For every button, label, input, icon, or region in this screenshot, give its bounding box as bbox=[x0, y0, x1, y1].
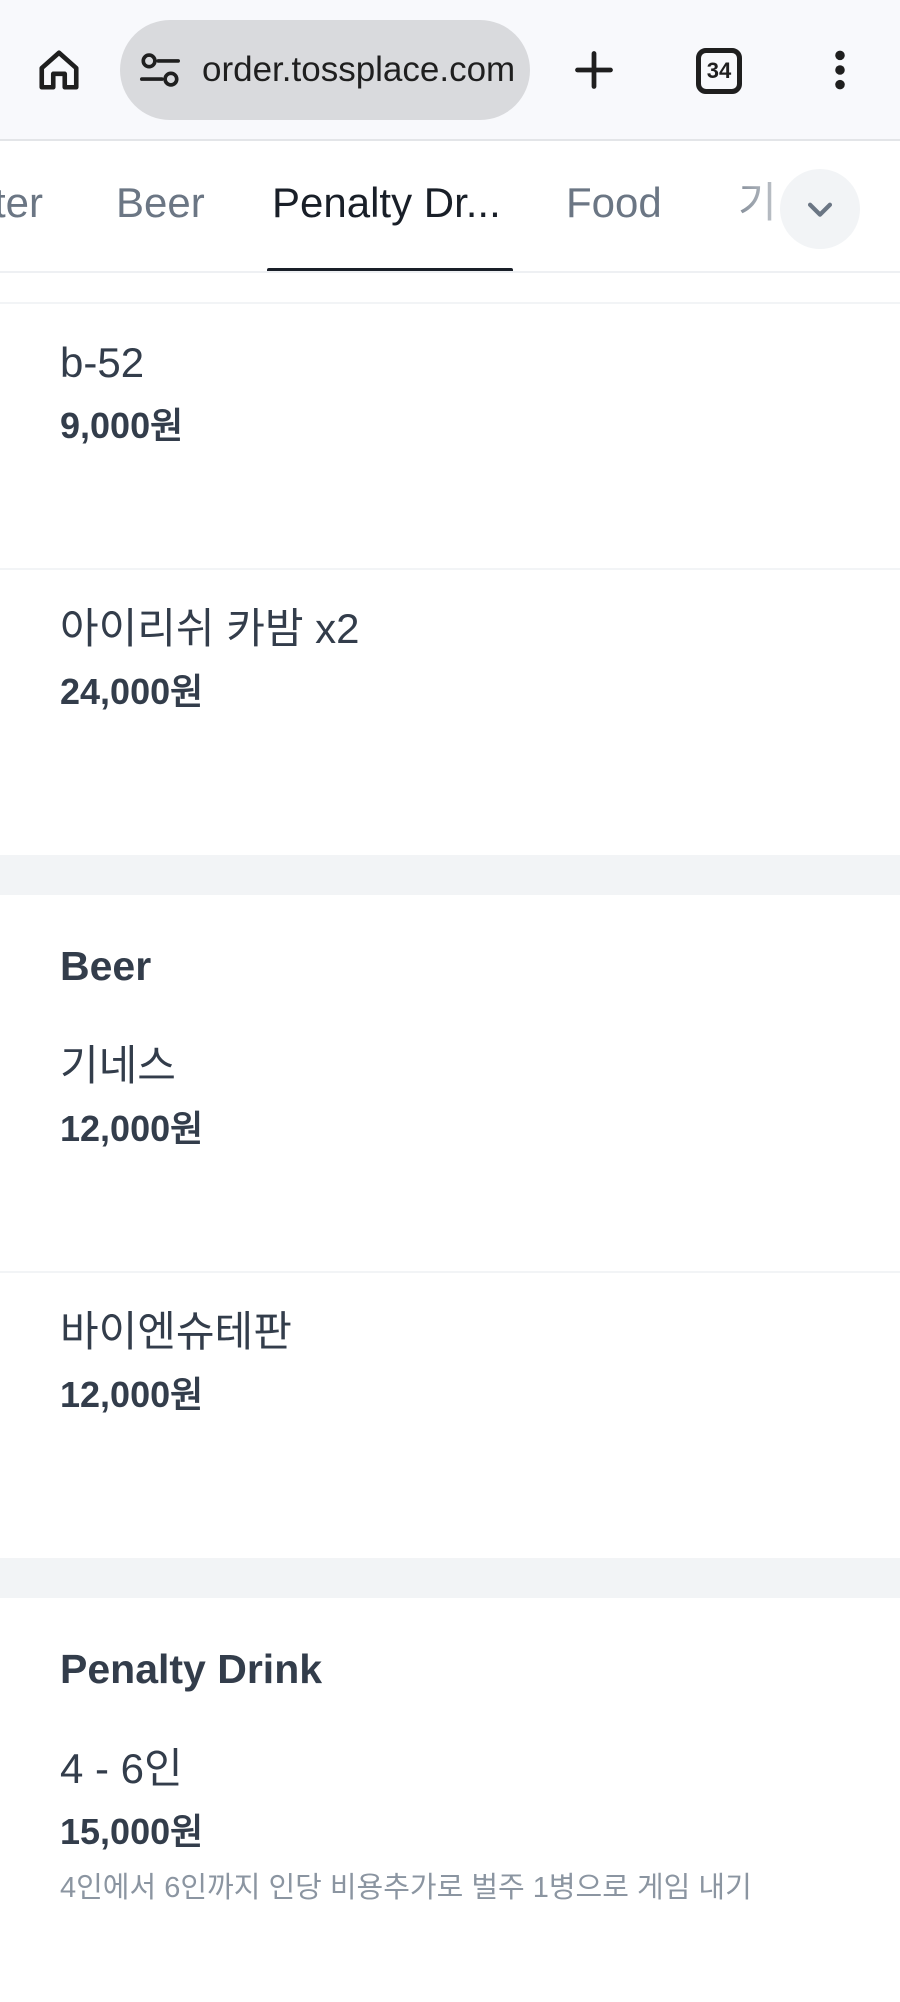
tab-food[interactable]: Food bbox=[566, 143, 662, 271]
menu-item[interactable]: 4 - 6인 15,000원 4인에서 6인까지 인당 비용추가로 벌주 1병으… bbox=[60, 1744, 752, 1908]
menu-item-description: 4인에서 6인까지 인당 비용추가로 벌주 1병으로 게임 내기 bbox=[60, 1872, 752, 1904]
active-tab-indicator bbox=[267, 268, 513, 271]
divider bbox=[0, 1271, 900, 1273]
menu-item[interactable]: b-52 9,000원 bbox=[60, 338, 183, 448]
menu-item[interactable]: 기네스 12,000원 bbox=[60, 1041, 203, 1151]
home-icon bbox=[39, 50, 79, 90]
tab-penalty-drink[interactable]: Penalty Dr... bbox=[272, 143, 501, 271]
home-button[interactable] bbox=[34, 45, 84, 95]
section-separator bbox=[0, 855, 900, 895]
url-text: order.tossplace.com bbox=[202, 50, 516, 89]
category-tab-bar: ter Beer Penalty Dr... Food 기 bbox=[0, 143, 900, 273]
address-bar[interactable]: order.tossplace.com bbox=[120, 20, 530, 120]
divider bbox=[0, 568, 900, 570]
menu-item-name: 바이엔슈테판 bbox=[60, 1308, 292, 1355]
tab-category-partial[interactable]: ter bbox=[0, 143, 43, 271]
section-title-beer: Beer bbox=[60, 943, 152, 989]
new-tab-plus-icon bbox=[575, 51, 613, 89]
menu-item-price: 15,000원 bbox=[60, 1811, 204, 1852]
new-tab-button[interactable] bbox=[566, 45, 622, 95]
section-separator bbox=[0, 1558, 900, 1598]
menu-item[interactable]: 아이리쉬 카밤 x2 24,000원 bbox=[60, 604, 360, 714]
menu-item-price: 12,000원 bbox=[60, 1108, 204, 1149]
tab-beer[interactable]: Beer bbox=[116, 143, 205, 271]
menu-item-name: 기네스 bbox=[60, 1042, 176, 1089]
site-settings-icon[interactable] bbox=[138, 50, 182, 90]
tab-count: 34 bbox=[706, 58, 732, 83]
section-title-penalty-drink: Penalty Drink bbox=[60, 1646, 323, 1692]
chevron-down-icon bbox=[807, 202, 833, 217]
more-vert-icon bbox=[835, 50, 845, 90]
menu-item-name: 아이리쉬 카밤 x2 bbox=[60, 605, 360, 652]
tab-switcher-icon[interactable]: 34 bbox=[696, 48, 742, 94]
menu-item-price: 9,000원 bbox=[60, 405, 184, 446]
menu-item-price: 12,000원 bbox=[60, 1374, 204, 1415]
menu-item-price: 24,000원 bbox=[60, 671, 204, 712]
expand-categories-button[interactable] bbox=[780, 169, 860, 249]
menu-item-name: 4 - 6인 bbox=[60, 1745, 183, 1792]
browser-toolbar: order.tossplace.com 34 bbox=[0, 0, 900, 141]
browser-menu-button[interactable] bbox=[820, 45, 860, 95]
divider bbox=[0, 302, 900, 304]
menu-item[interactable]: 바이엔슈테판 12,000원 bbox=[60, 1307, 292, 1417]
menu-item-name: b-52 bbox=[60, 339, 145, 386]
